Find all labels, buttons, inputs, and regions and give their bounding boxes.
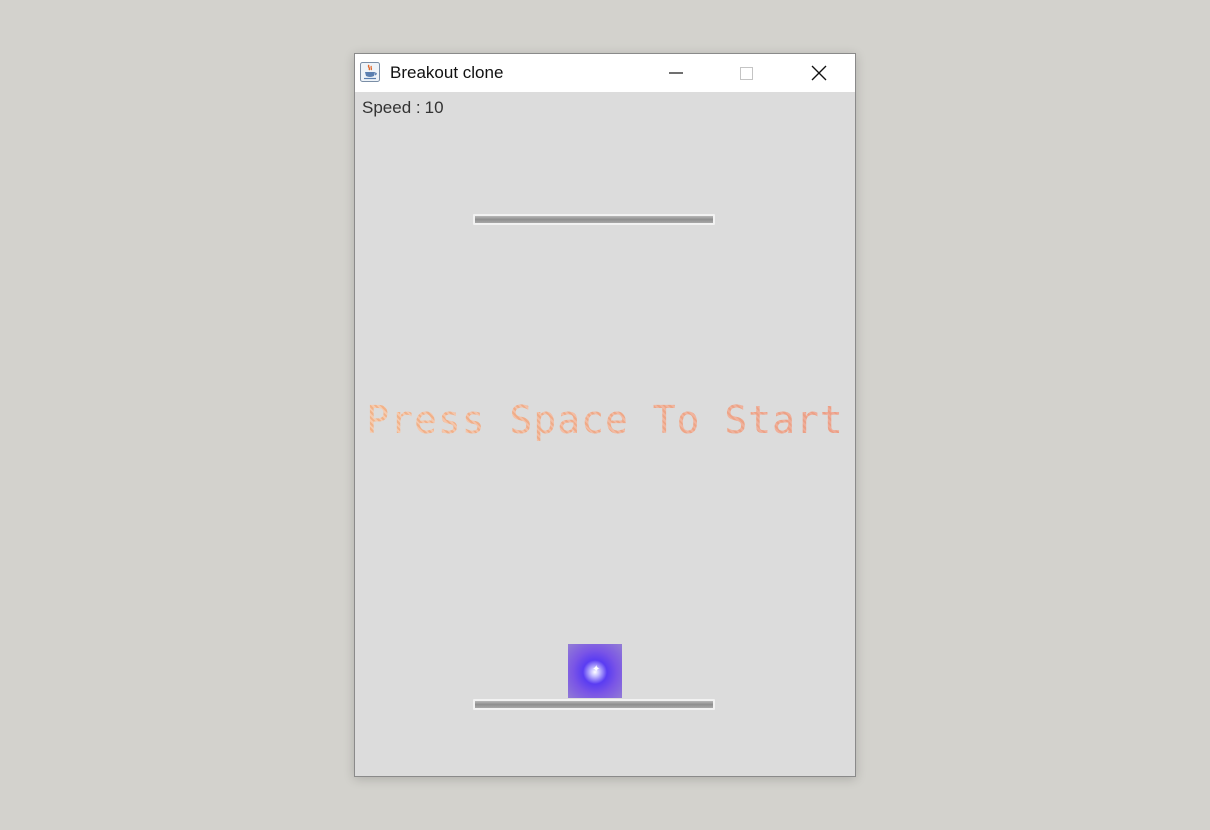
minimize-button[interactable]	[653, 54, 699, 92]
player-paddle[interactable]	[473, 699, 715, 710]
game-window: Breakout clone Speed :10 Press Space To …	[354, 53, 856, 777]
ball-sparkle-icon: ✦	[592, 664, 601, 675]
minimize-icon	[669, 72, 683, 74]
speed-value: 10	[424, 98, 444, 117]
maximize-icon	[740, 67, 753, 80]
window-title: Breakout clone	[390, 63, 504, 82]
start-message-shade: Press Space To Start	[355, 397, 855, 443]
close-button[interactable]	[795, 54, 841, 92]
maximize-button[interactable]	[723, 54, 769, 92]
game-canvas[interactable]: Speed :10 Press Space To Start Press Spa…	[355, 92, 855, 776]
title-bar[interactable]: Breakout clone	[355, 54, 855, 92]
top-paddle	[473, 214, 715, 225]
close-icon	[811, 65, 827, 81]
java-cup-icon	[360, 62, 380, 82]
speed-label-text: Speed :	[362, 98, 421, 117]
ball-sprite-icon: ✦	[568, 644, 622, 698]
speed-indicator: Speed :10	[362, 98, 444, 118]
